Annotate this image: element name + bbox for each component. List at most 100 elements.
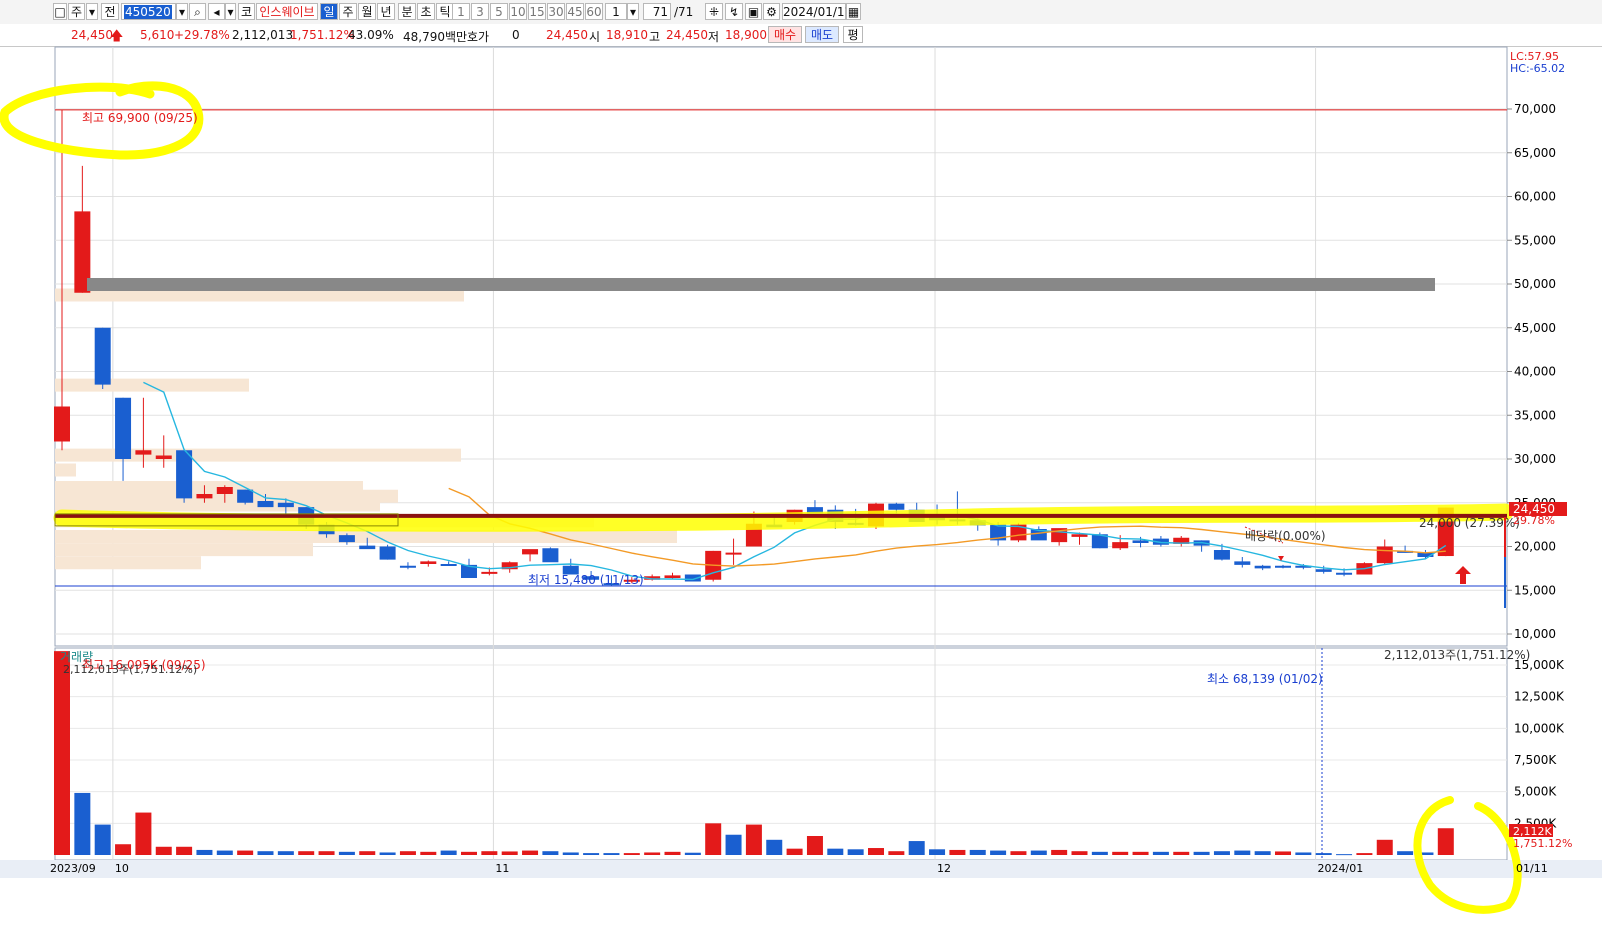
period-tab-3[interactable]: 년 — [377, 3, 395, 20]
candle-body — [1275, 565, 1291, 568]
calendar-icon[interactable]: ▦ — [846, 3, 861, 20]
candle-body — [1152, 538, 1169, 545]
candle-body — [623, 579, 640, 582]
code-dropdown-icon[interactable]: ▾ — [176, 3, 188, 20]
gear-icon[interactable]: ⚙ — [763, 3, 780, 20]
volume-profile-bar — [55, 556, 201, 570]
limit-up-arrow-icon — [1455, 566, 1471, 584]
volume-bar — [461, 851, 477, 855]
volume-bar — [237, 850, 254, 855]
candle-body — [990, 524, 1007, 541]
period-tab-0[interactable]: 일 — [320, 3, 338, 20]
volume-profile-bar — [55, 463, 76, 477]
interval-button-60[interactable]: 60 — [585, 3, 603, 20]
volume-bar — [644, 852, 661, 855]
date-input[interactable]: 2024/01/11 — [782, 3, 852, 20]
candle-body — [1213, 550, 1230, 560]
ma20-line — [448, 487, 1446, 567]
price-tick-label: 15,000 — [1514, 583, 1556, 597]
candle-body — [1030, 529, 1047, 541]
last-price-label: 24,450 — [1513, 502, 1555, 516]
volume-pct: 1,751.12% — [290, 28, 355, 42]
volume-bar — [1112, 851, 1129, 855]
period-tab-1[interactable]: 주 — [339, 3, 357, 20]
count-input[interactable]: 71 — [643, 3, 671, 20]
lc-label: LC:57.95 — [1510, 50, 1559, 63]
highlight-circle — [0, 81, 204, 160]
volume-bar — [216, 850, 233, 855]
prev-button[interactable]: 전 — [101, 3, 119, 20]
sell-button[interactable]: 매도 — [805, 26, 839, 43]
candle-body — [583, 576, 600, 580]
open-price: 18,910 — [606, 28, 648, 42]
volume-bar — [1315, 853, 1332, 855]
candle-body — [277, 502, 294, 508]
volume-bar — [1234, 850, 1251, 855]
interval-button-1[interactable]: 1 — [452, 3, 470, 20]
volume-tick-label: 7,500K — [1514, 753, 1557, 767]
volume-bar — [1091, 851, 1108, 855]
interval-button-30[interactable]: 30 — [547, 3, 565, 20]
market-button[interactable]: 주 — [68, 3, 85, 20]
period-tab-2[interactable]: 월 — [358, 3, 376, 20]
period-tab-4[interactable]: 분 — [398, 3, 416, 20]
stock-code-input[interactable]: 450520 — [121, 3, 176, 20]
candle-body — [54, 406, 70, 442]
crosshair-icon[interactable]: ⁜ — [705, 3, 723, 20]
candle-body — [1356, 563, 1373, 575]
price-change-pct: +29.78% — [174, 28, 230, 42]
grid-icon[interactable]: ▦ — [55, 67, 67, 80]
volume-bar — [1437, 828, 1454, 855]
candle-body — [1417, 552, 1434, 557]
up-arrow-icon: 🡅 — [110, 29, 124, 44]
interval-button-45[interactable]: 45 — [566, 3, 584, 20]
chevron-down-icon[interactable]: ▾ — [86, 3, 98, 20]
volume-profile-bar — [55, 543, 313, 557]
candle-body — [1336, 572, 1353, 575]
draw-tool-icon[interactable]: ↯ — [725, 3, 743, 20]
interval-dropdown-icon[interactable]: ▾ — [627, 3, 639, 20]
candle-body — [1071, 534, 1088, 537]
legend-title[interactable]: 인스웨이브시스템즈 매물대 수(20) — [56, 51, 238, 67]
resistance-band — [87, 278, 1435, 291]
ma5-line — [143, 381, 1447, 581]
candle-body — [1132, 540, 1149, 543]
search-icon[interactable]: ⌕ — [189, 3, 206, 20]
volume-bar — [1356, 853, 1373, 855]
candle-body — [806, 507, 823, 514]
x-axis-label: 01/11 — [1516, 862, 1548, 875]
candle-body — [1173, 537, 1190, 544]
speaker-icon[interactable]: ◂ — [208, 3, 225, 20]
interval-button-5[interactable]: 5 — [490, 3, 508, 20]
volume-bar — [176, 846, 193, 855]
interval-button-15[interactable]: 15 — [528, 3, 546, 20]
chart-legend: 인스웨이브시스템즈 매물대 수(20) ▫ 종가 단순 5 20 60 120 2… — [56, 50, 520, 67]
candle-body — [1397, 550, 1414, 553]
volume-bar — [338, 851, 355, 855]
interval-select[interactable]: 1 — [605, 3, 627, 20]
buy-button[interactable]: 매수 — [768, 26, 802, 43]
interval-button-3[interactable]: 3 — [471, 3, 489, 20]
volume-min-annotation: 최소 68,139 (01/02) — [1207, 672, 1323, 686]
candle-body — [94, 327, 111, 385]
save-icon[interactable]: ▣ — [745, 3, 762, 20]
average-button[interactable]: 평 — [843, 26, 863, 43]
volume-bar — [115, 844, 132, 855]
candle-body — [522, 549, 539, 555]
interval-button-10[interactable]: 10 — [509, 3, 527, 20]
price-panel — [54, 46, 1508, 647]
candle-body — [1254, 565, 1271, 569]
volume-profile-bar — [55, 448, 461, 462]
candle-body — [664, 575, 681, 578]
ask-price: 24,450 — [546, 28, 588, 42]
candle-body — [1010, 524, 1027, 541]
candle-body — [725, 552, 742, 555]
volume-bar — [725, 834, 742, 855]
volume-max-annotation: 최고 16,095K (09/25) — [82, 658, 206, 672]
candle-body — [705, 550, 722, 580]
chart-menu-icon[interactable]: □ — [53, 3, 67, 20]
period-tab-5[interactable]: 초 — [417, 3, 435, 20]
speaker-dropdown-icon[interactable]: ▾ — [225, 3, 236, 20]
price-tick-label: 65,000 — [1514, 146, 1556, 160]
stock-name[interactable]: 인스웨이브 — [256, 3, 318, 20]
